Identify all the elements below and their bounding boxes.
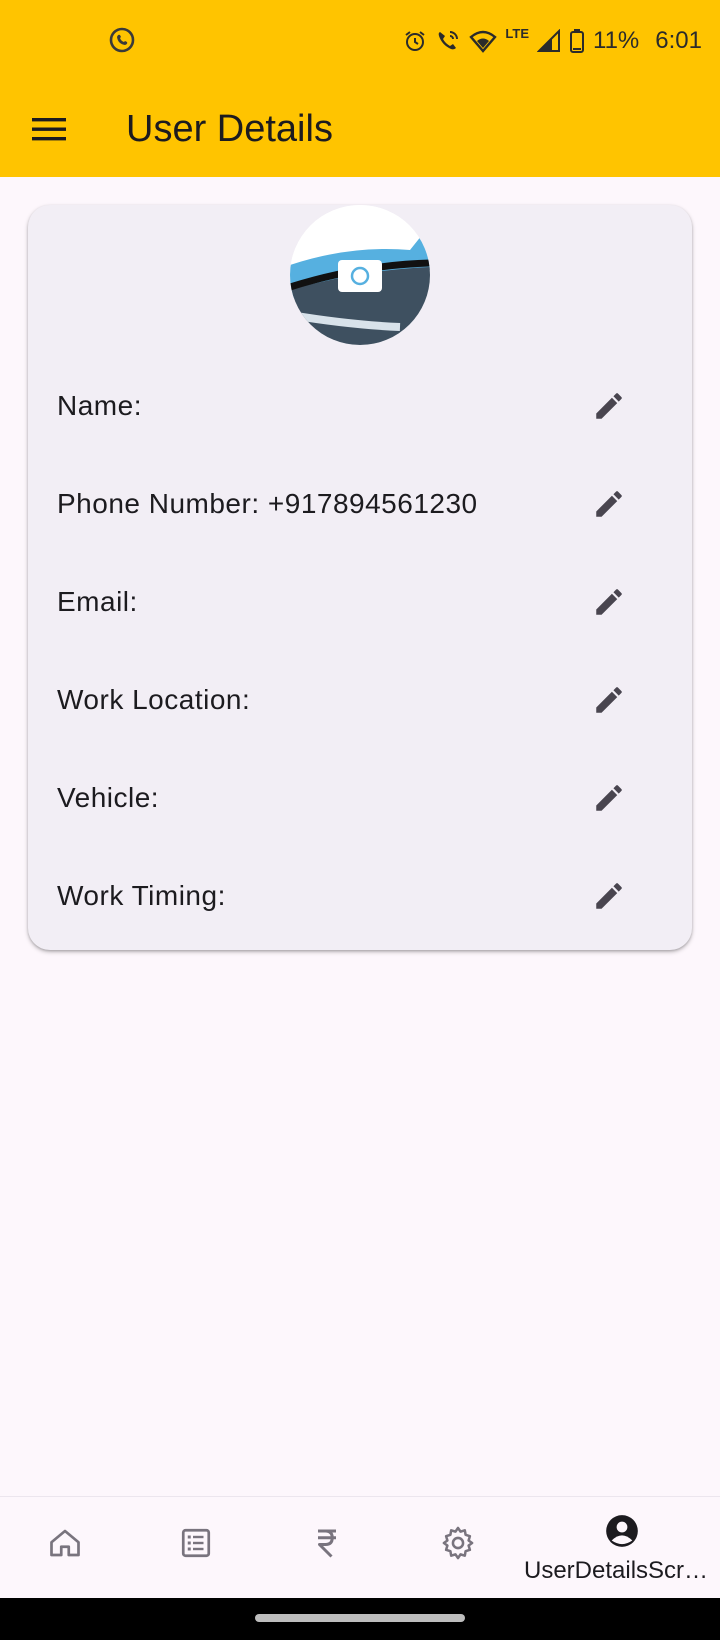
profile-avatar[interactable] [290,205,430,345]
edit-vehicle-button[interactable] [584,773,634,823]
nav-item-settings[interactable] [393,1497,523,1599]
field-label-vehicle: Vehicle: [57,782,160,813]
battery-percent: 11% [593,27,640,54]
network-type: LTE [505,25,530,41]
pencil-icon [596,393,622,419]
field-label-phone: Phone Number: +917894561230 [57,488,478,519]
pencil-icon [596,491,622,517]
nav-item-home[interactable] [0,1497,130,1599]
field-label-work-location: Work Location: [57,684,251,715]
gear-icon [438,1523,478,1563]
status-icons: LTE 11% 6:01 [403,24,702,58]
edit-email-button[interactable] [584,577,634,627]
nav-item-payments[interactable] [262,1497,392,1599]
field-row-vehicle: Vehicle: [28,749,692,847]
user-details-card: Name: Phone Number: +917894561230 Email:… [28,205,692,950]
field-row-name: Name: [28,357,692,455]
menu-icon [32,118,66,141]
field-label-email: Email: [57,586,138,617]
field-label-name: Name: [57,390,142,421]
home-gesture-handle[interactable] [255,1614,465,1622]
field-row-phone: Phone Number: +917894561230 [28,455,692,553]
home-icon [45,1523,85,1563]
wifi-icon [469,29,498,53]
pencil-icon [596,589,622,615]
list-icon [176,1523,216,1563]
pencil-icon [596,687,622,713]
rupee-icon [307,1523,347,1563]
edit-work-timing-button[interactable] [584,871,634,921]
nav-item-list[interactable] [131,1497,261,1599]
page-title: User Details [126,108,333,150]
status-bar: LTE 11% 6:01 [0,0,720,80]
signal-icon [537,29,561,53]
account-circle-icon [602,1511,642,1551]
gesture-bar [0,1598,720,1640]
pencil-icon [596,883,622,909]
nav-label-user-details: UserDetailsScre… [524,1557,720,1584]
wifi-call-icon [435,28,461,54]
alarm-icon [403,29,427,53]
clock: 6:01 [655,27,702,54]
edit-work-location-button[interactable] [584,675,634,725]
edit-phone-button[interactable] [584,479,634,529]
field-row-email: Email: [28,553,692,651]
field-row-work-timing: Work Timing: [28,847,692,945]
field-row-work-location: Work Location: [28,651,692,749]
pencil-icon [596,785,622,811]
nav-item-user-details[interactable]: UserDetailsScre… [524,1497,720,1599]
app-bar: User Details [0,80,720,177]
battery-icon [569,28,585,54]
whatsapp-icon [108,26,136,54]
field-label-work-timing: Work Timing: [57,880,226,911]
edit-name-button[interactable] [584,381,634,431]
menu-button[interactable] [24,104,74,154]
bottom-navigation: UserDetailsScre… [0,1496,720,1598]
